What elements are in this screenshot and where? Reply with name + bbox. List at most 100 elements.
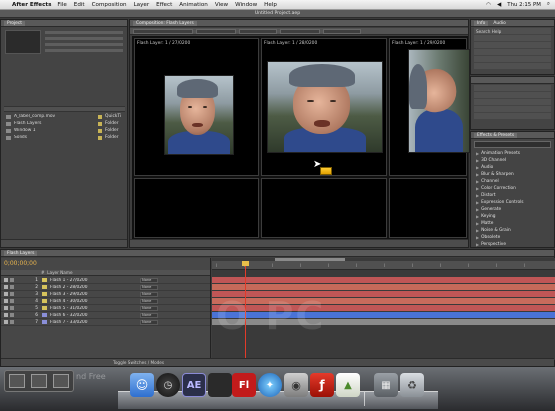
- parent-dropdown[interactable]: None: [140, 277, 158, 283]
- layer-column-header[interactable]: # Layer Name: [1, 270, 210, 276]
- menu-window[interactable]: Window: [235, 2, 257, 8]
- lock-icon[interactable]: [10, 299, 14, 303]
- layer-label-color[interactable]: [42, 320, 47, 324]
- menu-view[interactable]: View: [215, 2, 228, 8]
- disclosure-triangle-icon[interactable]: ▶: [476, 186, 479, 191]
- effect-category[interactable]: ▶ Color Correction: [471, 185, 554, 192]
- eye-icon[interactable]: [4, 292, 8, 296]
- parent-dropdown[interactable]: None: [140, 312, 158, 318]
- eye-icon[interactable]: [4, 285, 8, 289]
- menu-layer[interactable]: Layer: [134, 2, 150, 8]
- layer-row[interactable]: 1 Flash 1 - 27/0200 None: [1, 277, 210, 284]
- disclosure-triangle-icon[interactable]: ▶: [476, 200, 479, 205]
- flash-pane-3[interactable]: Flash Layer: 1 / 29/0200: [389, 38, 470, 176]
- menu-effect[interactable]: Effect: [156, 2, 172, 8]
- disclosure-triangle-icon[interactable]: ▶: [476, 242, 479, 247]
- layer-label-color[interactable]: [42, 299, 47, 303]
- effect-category[interactable]: ▶ Audio: [471, 164, 554, 171]
- installer-icon[interactable]: ▲: [336, 373, 360, 397]
- finder-icon[interactable]: ☺: [130, 373, 154, 397]
- layer-row[interactable]: 2 Flash 2 - 28/0200 None: [1, 284, 210, 291]
- layer-row[interactable]: 6 Flash 6 - 32/0200 None: [1, 312, 210, 319]
- disclosure-triangle-icon[interactable]: ▶: [476, 214, 479, 219]
- eye-icon[interactable]: [4, 299, 8, 303]
- dashboard-icon[interactable]: ◷: [156, 373, 180, 397]
- menu-edit[interactable]: Edit: [74, 2, 85, 8]
- project-item[interactable]: Flash Layers Folder: [4, 120, 125, 127]
- layer-name[interactable]: Flash 5 - 31/0200: [50, 306, 110, 311]
- empty-pane[interactable]: [261, 178, 387, 238]
- search-help-field[interactable]: Search Help: [474, 28, 551, 34]
- app-menu[interactable]: After Effects: [12, 2, 51, 8]
- effect-category[interactable]: ▶ Animation Presets: [471, 150, 554, 157]
- effect-category[interactable]: ▶ Matte: [471, 220, 554, 227]
- disclosure-triangle-icon[interactable]: ▶: [476, 151, 479, 156]
- current-timecode[interactable]: 0;00;00;00: [4, 260, 37, 267]
- disclosure-triangle-icon[interactable]: ▶: [476, 207, 479, 212]
- kerning-field[interactable]: [474, 106, 551, 112]
- menu-animation[interactable]: Animation: [179, 2, 208, 8]
- comp-subtab[interactable]: [323, 29, 361, 34]
- lock-icon[interactable]: [10, 306, 14, 310]
- disclosure-triangle-icon[interactable]: ▶: [476, 158, 479, 163]
- comp-subtab[interactable]: [196, 29, 236, 34]
- eye-icon[interactable]: [4, 278, 8, 282]
- font-style-field[interactable]: [474, 92, 551, 98]
- layer-label-color[interactable]: [42, 292, 47, 296]
- toggle-switches-modes[interactable]: Toggle Switches / Modes: [113, 360, 164, 365]
- flash-icon[interactable]: Fl: [232, 373, 256, 397]
- parent-dropdown[interactable]: None: [140, 319, 158, 325]
- layer-name[interactable]: Flash 3 - 29/0200: [50, 292, 110, 297]
- window-thumb[interactable]: [9, 374, 25, 388]
- wifi-icon[interactable]: ◠: [486, 2, 491, 8]
- after-effects-icon[interactable]: AE: [182, 373, 206, 397]
- menu-help[interactable]: Help: [264, 2, 277, 8]
- project-item[interactable]: Solids Folder: [4, 134, 125, 141]
- eye-icon[interactable]: [4, 320, 8, 324]
- stroke-field[interactable]: [474, 113, 551, 119]
- parent-dropdown[interactable]: None: [140, 291, 158, 297]
- spotlight-icon[interactable]: ⌕: [547, 1, 550, 8]
- lock-icon[interactable]: [10, 320, 14, 324]
- layer-row[interactable]: 7 Flash 7 - 33/0200 None: [1, 319, 210, 326]
- effect-category[interactable]: ▶ Expression Controls: [471, 199, 554, 206]
- layer-duration-bar[interactable]: [212, 277, 555, 283]
- disclosure-triangle-icon[interactable]: ▶: [476, 228, 479, 233]
- safari-icon[interactable]: ✦: [258, 373, 282, 397]
- layer-name[interactable]: Flash 2 - 28/0200: [50, 285, 110, 290]
- downloads-icon[interactable]: ▦: [374, 373, 398, 397]
- menu-file[interactable]: File: [57, 2, 66, 8]
- layer-name[interactable]: Flash 1 - 27/0200: [50, 278, 110, 283]
- effect-category[interactable]: ▶ Distort: [471, 192, 554, 199]
- disclosure-triangle-icon[interactable]: ▶: [476, 235, 479, 240]
- time-ruler[interactable]: ||||||||||||: [212, 261, 555, 270]
- effect-category[interactable]: ▶ Obsolete: [471, 234, 554, 241]
- layer-row[interactable]: 4 Flash 4 - 30/0200 None: [1, 298, 210, 305]
- lock-icon[interactable]: [10, 313, 14, 317]
- layer-name[interactable]: Flash 6 - 32/0200: [50, 313, 110, 318]
- disclosure-triangle-icon[interactable]: ▶: [476, 165, 479, 170]
- comp-subtab[interactable]: [239, 29, 277, 34]
- effect-category[interactable]: ▶ Generate: [471, 206, 554, 213]
- tab-timeline[interactable]: Flash Layers: [4, 250, 38, 256]
- lock-icon[interactable]: [10, 292, 14, 296]
- layer-name[interactable]: Flash 4 - 30/0200: [50, 299, 110, 304]
- menubar-clock[interactable]: Thu 2:15 PM: [507, 2, 541, 8]
- effect-category[interactable]: ▶ Blur & Sharpen: [471, 171, 554, 178]
- trash-icon[interactable]: ♻: [400, 373, 424, 397]
- project-item[interactable]: Window 1 Folder: [4, 127, 125, 134]
- effects-search-input[interactable]: [474, 141, 551, 148]
- parent-dropdown[interactable]: None: [140, 284, 158, 290]
- window-thumb[interactable]: [31, 374, 47, 388]
- layer-label-color[interactable]: [42, 313, 47, 317]
- comp-viewer[interactable]: Flash Layer: 1 / 27/0200 Flash Layer: 1 …: [132, 36, 470, 240]
- tab-audio[interactable]: Audio: [493, 21, 505, 26]
- project-column-header[interactable]: [4, 106, 125, 112]
- flash-player-icon[interactable]: ƒ: [310, 373, 334, 397]
- playhead-handle[interactable]: [242, 261, 249, 266]
- tab-effects[interactable]: Effects & Presets: [474, 132, 518, 138]
- parent-dropdown[interactable]: None: [140, 305, 158, 311]
- tab-composition[interactable]: Composition: Flash Layers: [133, 20, 197, 26]
- layer-row[interactable]: 5 Flash 5 - 31/0200 None: [1, 305, 210, 312]
- empty-pane[interactable]: [134, 178, 259, 238]
